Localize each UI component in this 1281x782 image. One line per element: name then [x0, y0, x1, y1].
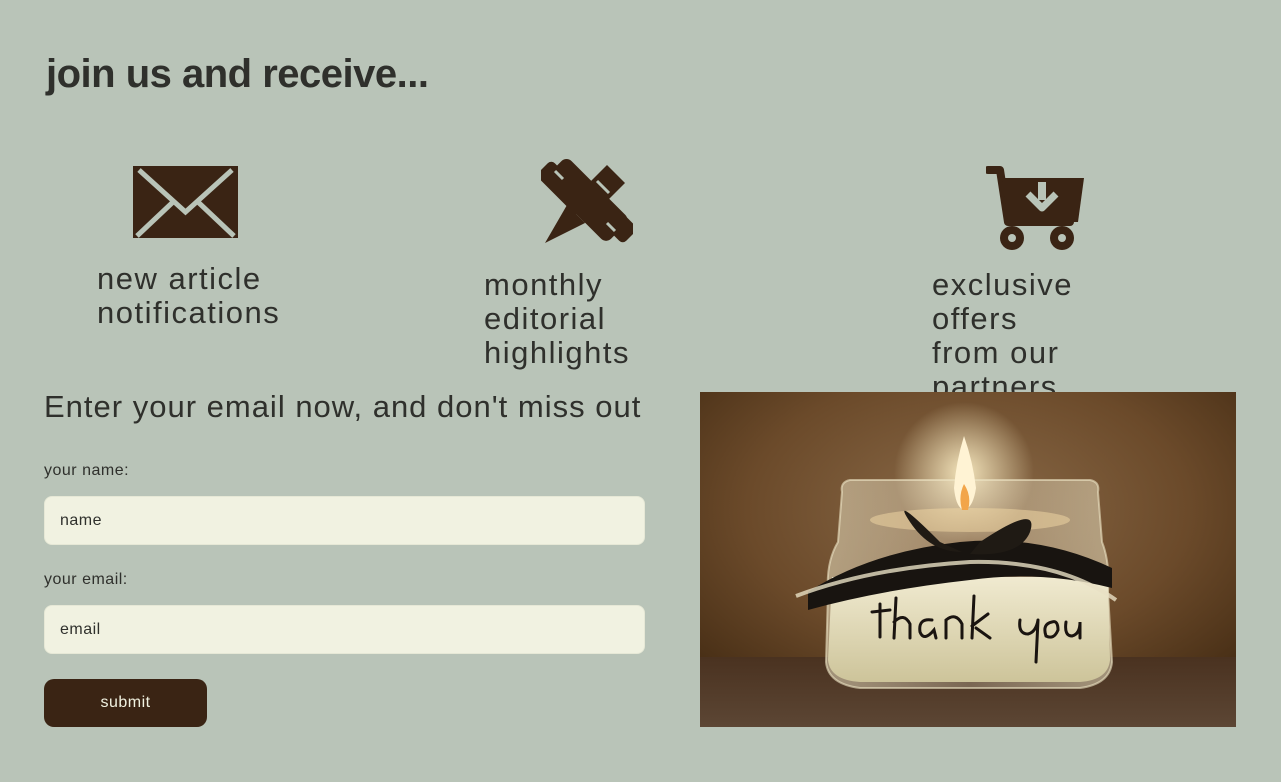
benefit-label-highlights: monthly editorial highlights [484, 267, 630, 370]
form-subheading: Enter your email now, and don't miss out [44, 389, 642, 424]
envelope-icon [133, 166, 238, 243]
candle-jar-photo [700, 392, 1236, 727]
cart-download-icon [984, 164, 1086, 257]
email-label: your email: [44, 571, 128, 588]
benefit-label-offers: exclusive offers from our partners [932, 267, 1073, 404]
submit-button[interactable]: submit [44, 679, 207, 727]
name-label: your name: [44, 462, 130, 479]
pencil-ruler-icon [537, 157, 637, 252]
benefit-label-notifications: new article notifications [97, 261, 281, 330]
name-input[interactable] [44, 496, 645, 545]
email-input[interactable] [44, 605, 645, 654]
page-title: join us and receive... [46, 52, 429, 96]
